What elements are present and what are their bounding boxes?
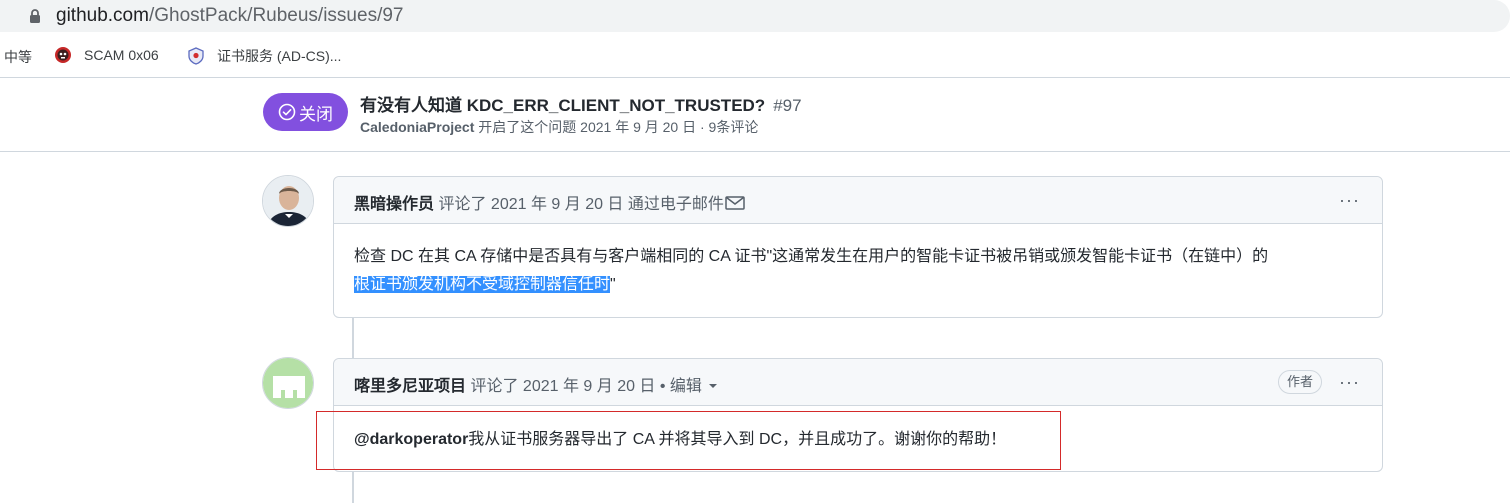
comment-header: 黑暗操作员 评论了 2021 年 9 月 20 日 通过电子邮件 ··· (334, 177, 1382, 224)
bookmark-item[interactable]: 中等 (4, 47, 32, 67)
check-circle-icon (278, 103, 296, 121)
issue-title-text: 有没有人知道 KDC_ERR_CLIENT_NOT_TRUSTED? (360, 96, 766, 115)
issue-meta: CaledoniaProject 开启了这个问题 2021 年 9 月 20 日… (360, 117, 758, 137)
avatar[interactable] (262, 175, 314, 227)
annotation-highlight-box (316, 411, 1061, 470)
bookmarks-bar: 中等 SCAM 0x06 证书服务 (AD-CS)... (0, 40, 1510, 72)
comment-menu-button[interactable]: ··· (1339, 190, 1360, 211)
comment-text: 检查 DC 在其 CA 存储中是否具有与客户端相同的 CA 证书"这通常发生在用… (354, 248, 1269, 265)
bookmark-label: 中等 (4, 49, 32, 65)
url-path: /GhostPack/Rubeus/issues/97 (148, 5, 404, 26)
envelope-icon (725, 196, 745, 210)
issue-meta-text: 开启了这个问题 2021 年 9 月 20 日 · 9条评论 (478, 119, 759, 135)
comment-card: 黑暗操作员 评论了 2021 年 9 月 20 日 通过电子邮件 ··· 检查 … (333, 176, 1383, 318)
skull-icon (54, 46, 72, 64)
bookmark-item[interactable]: SCAM 0x06 (54, 46, 159, 64)
lock-icon[interactable] (27, 8, 43, 24)
bookmark-label: 证书服务 (AD-CS)... (217, 48, 342, 64)
bookmark-label: SCAM 0x06 (84, 47, 159, 63)
issue-state-label: 关闭 (299, 104, 333, 124)
avatar[interactable] (262, 357, 314, 409)
comment-text-tail: " (610, 276, 616, 293)
issue-number: #97 (773, 96, 802, 115)
comment-action[interactable]: 评论了 2021 年 9 月 20 日 • 编辑 (470, 378, 701, 395)
comment-header: 喀里多尼亚项目 评论了 2021 年 9 月 20 日 • 编辑 作者 ··· (334, 359, 1382, 406)
comment-author[interactable]: 黑暗操作员 (354, 196, 434, 213)
address-bar[interactable]: github.com/GhostPack/Rubeus/issues/97 (0, 0, 1510, 32)
issue-sticky-header: 关闭 有没有人知道 KDC_ERR_CLIENT_NOT_TRUSTED? #97… (0, 78, 1510, 152)
timeline-connector (352, 318, 354, 358)
author-badge: 作者 (1277, 370, 1322, 394)
caret-down-icon[interactable] (708, 381, 718, 391)
bookmark-item[interactable]: 证书服务 (AD-CS)... (187, 46, 341, 66)
comment-author[interactable]: 喀里多尼亚项目 (354, 378, 466, 395)
comment-body: 检查 DC 在其 CA 存储中是否具有与客户端相同的 CA 证书"这通常发生在用… (354, 243, 1364, 299)
comment-meta: 喀里多尼亚项目 评论了 2021 年 9 月 20 日 • 编辑 (354, 372, 718, 396)
comment-action: 评论了 2021 年 9 月 20 日 通过电子邮件 (438, 196, 724, 213)
issue-state-badge: 关闭 (263, 93, 348, 131)
issue-author-link[interactable]: CaledoniaProject (360, 119, 474, 135)
url-text[interactable]: github.com/GhostPack/Rubeus/issues/97 (56, 4, 403, 28)
comment-meta: 黑暗操作员 评论了 2021 年 9 月 20 日 通过电子邮件 (354, 190, 745, 214)
comment-menu-button[interactable]: ··· (1339, 372, 1360, 393)
url-host: github.com (56, 5, 149, 26)
issue-title: 有没有人知道 KDC_ERR_CLIENT_NOT_TRUSTED? #97 (360, 91, 802, 116)
shield-icon (187, 47, 205, 65)
selected-text: 根证书颁发机构不受域控制器信任时 (354, 276, 611, 293)
timeline-connector (352, 472, 354, 503)
